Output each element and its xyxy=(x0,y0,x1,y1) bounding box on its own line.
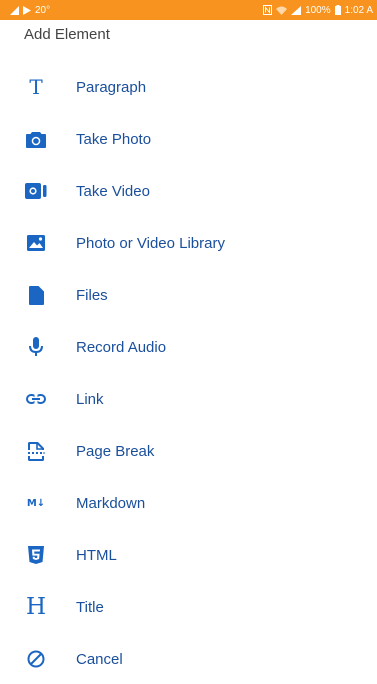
menu-item-files[interactable]: Files xyxy=(0,270,377,320)
cell-signal-icon xyxy=(291,5,302,15)
menu-item-label: Cancel xyxy=(76,650,123,668)
html5-icon xyxy=(23,542,49,568)
menu-item-label: Files xyxy=(76,286,108,304)
temperature-text: 20° xyxy=(35,4,51,16)
cancel-icon xyxy=(23,646,49,672)
menu-item-label: Record Audio xyxy=(76,338,167,356)
menu-item-label: Take Video xyxy=(76,182,150,200)
menu-item-page-break[interactable]: Page Break xyxy=(0,426,377,476)
microphone-icon xyxy=(23,334,49,360)
camera-icon xyxy=(23,126,49,152)
file-icon xyxy=(23,282,49,308)
menu-item-label: Markdown xyxy=(76,494,146,512)
menu-item-cancel[interactable]: Cancel xyxy=(0,634,377,684)
menu-item-title[interactable]: H Title xyxy=(0,582,377,632)
menu-item-photo-library[interactable]: Photo or Video Library xyxy=(0,218,377,268)
link-icon xyxy=(23,386,49,412)
menu-item-link[interactable]: Link xyxy=(0,374,377,424)
status-bar: 20° 100% 1:02 A xyxy=(0,0,377,20)
nfc-icon xyxy=(263,5,273,15)
paragraph-T-icon: T xyxy=(29,75,43,99)
menu-item-label: Take Photo xyxy=(76,130,152,148)
photo-library-icon xyxy=(23,230,49,256)
status-right: 100% 1:02 A xyxy=(263,5,373,16)
title-H-icon: H xyxy=(25,593,47,620)
menu-item-label: HTML xyxy=(76,546,117,564)
menu-item-record-audio[interactable]: Record Audio xyxy=(0,322,377,372)
menu-item-paragraph[interactable]: T Paragraph xyxy=(0,62,377,112)
status-left: 20° xyxy=(10,5,50,16)
menu-item-label: Title xyxy=(76,598,104,616)
menu-item-label: Paragraph xyxy=(76,78,147,96)
battery-icon xyxy=(334,5,341,15)
menu-item-label: Photo or Video Library xyxy=(76,234,225,252)
menu-item-label: Link xyxy=(76,390,104,408)
wifi-icon xyxy=(276,6,288,15)
sheet-title: Add Element xyxy=(24,26,110,43)
clock: 1:02 A xyxy=(344,4,373,16)
video-camera-icon xyxy=(23,178,49,204)
menu-item-markdown[interactable]: M↓ Markdown xyxy=(0,478,377,528)
menu-item-html[interactable]: HTML xyxy=(0,530,377,580)
page-break-icon xyxy=(23,438,49,464)
menu-item-label: Page Break xyxy=(76,442,155,460)
menu-item-take-photo[interactable]: Take Photo xyxy=(0,114,377,164)
menu-item-take-video[interactable]: Take Video xyxy=(0,166,377,216)
markdown-icon: M↓ xyxy=(26,497,46,509)
signal-icon xyxy=(10,5,19,15)
battery-percent: 100% xyxy=(305,4,331,16)
play-icon xyxy=(23,5,31,15)
